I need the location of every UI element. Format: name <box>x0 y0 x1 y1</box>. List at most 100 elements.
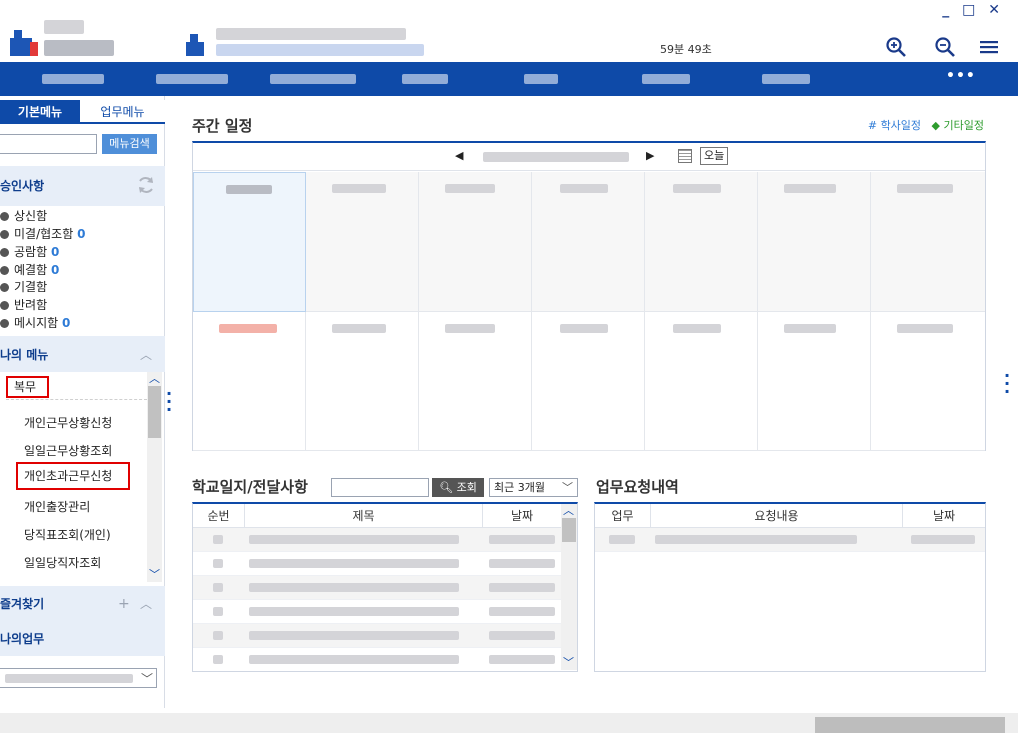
scroll-down-icon[interactable]: ﹀ <box>149 566 160 582</box>
calendar-day-cell[interactable] <box>758 172 871 312</box>
nav-item[interactable] <box>524 74 558 84</box>
my-menu-item[interactable]: 일일당직자조회 <box>24 554 147 571</box>
approval-item[interactable]: 메시지함 0 <box>0 314 70 331</box>
calendar-day-cell[interactable] <box>871 312 985 451</box>
next-week-button[interactable]: ▶ <box>646 149 654 162</box>
calendar-day-cell[interactable] <box>193 172 306 312</box>
calendar-day-cell[interactable] <box>419 172 532 312</box>
chevron-up-icon[interactable]: ︿ <box>140 336 152 374</box>
approval-item[interactable]: 기결함 <box>0 278 47 295</box>
table-row[interactable] <box>193 576 561 600</box>
scroll-thumb[interactable] <box>562 518 576 542</box>
zoom-out-icon[interactable] <box>933 36 957 60</box>
top-nav-bar: ••• <box>0 62 1018 96</box>
scroll-up-icon[interactable]: ︿ <box>149 370 160 386</box>
menu-search-input[interactable] <box>0 134 97 154</box>
calendar-day-cell[interactable] <box>645 312 758 451</box>
calendar-day-cell[interactable] <box>645 172 758 312</box>
favorites-title: 즐겨찾기 <box>0 597 45 611</box>
approval-item[interactable]: 상신함 <box>0 207 47 224</box>
calendar-day-cell[interactable] <box>758 312 871 451</box>
nav-item[interactable] <box>402 74 448 84</box>
user-info <box>186 26 426 58</box>
my-menu-item[interactable]: 개인출장관리 <box>24 498 147 515</box>
approval-item[interactable]: 공람함 0 <box>0 243 59 260</box>
my-menu-item[interactable]: 당직표조회(개인) <box>24 526 147 543</box>
more-nav-button[interactable]: ••• <box>946 68 976 84</box>
bullet-icon <box>0 212 9 221</box>
calendar-day-cell[interactable] <box>306 312 419 451</box>
column-header: 제목 <box>245 504 483 528</box>
tab-basic-menu[interactable]: 기본메뉴 <box>0 100 80 124</box>
today-button[interactable]: 오늘 <box>700 147 729 165</box>
close-button[interactable]: ✕ <box>988 2 1004 18</box>
chevron-down-icon: ﹀ <box>141 672 154 686</box>
hamburger-menu-icon[interactable] <box>977 36 1001 60</box>
approval-item[interactable]: 반려함 <box>0 296 47 313</box>
nav-item[interactable] <box>270 74 356 84</box>
my-menu-item[interactable]: 개인근무상황신청 <box>24 414 147 431</box>
my-work-section-header[interactable]: 나의업무 <box>0 622 165 656</box>
calendar-day-cell[interactable] <box>306 172 419 312</box>
sidebar-collapse-handle[interactable]: · · · <box>166 386 172 418</box>
count-badge: 0 <box>50 245 60 259</box>
academic-legend: 학사일정 <box>880 119 922 132</box>
table-row[interactable] <box>193 624 561 648</box>
my-menu-scrollbar[interactable]: ︿ ﹀ <box>147 372 162 582</box>
school-log-scrollbar[interactable]: ︿ ﹀ <box>561 504 577 670</box>
table-row[interactable] <box>193 552 561 576</box>
bullet-icon <box>0 283 9 292</box>
nav-item[interactable] <box>156 74 228 84</box>
chevron-up-icon[interactable]: ︿ <box>140 586 152 622</box>
my-menu-section-header[interactable]: 나의 메뉴 ︿ <box>0 336 165 372</box>
school-log-table: 순번 제목 날짜 ︿ ﹀ <box>192 502 578 672</box>
table-row[interactable] <box>193 648 561 672</box>
nav-item[interactable] <box>42 74 104 84</box>
table-row[interactable] <box>193 528 561 552</box>
nav-item[interactable] <box>642 74 690 84</box>
scroll-thumb[interactable] <box>148 386 161 438</box>
tab-work-menu[interactable]: 업무메뉴 <box>80 100 165 124</box>
date-range <box>483 152 629 162</box>
my-menu-item-highlighted[interactable]: 개인초과근무신청 <box>16 462 130 490</box>
window-controls: _ □ ✕ <box>942 2 1004 18</box>
table-row[interactable] <box>193 600 561 624</box>
prev-week-button[interactable]: ◀ <box>455 149 463 162</box>
school-log-search-input[interactable] <box>331 478 429 497</box>
favorites-section-header[interactable]: 즐겨찾기 + ︿ <box>0 586 165 622</box>
other-legend: 기타일정 <box>943 119 984 132</box>
calendar-day-cell[interactable] <box>532 312 645 451</box>
menu-group-bokmu[interactable]: 복무 <box>6 376 49 398</box>
my-menu-title: 나의 메뉴 <box>0 348 49 362</box>
calendar-day-cell[interactable] <box>419 312 532 451</box>
add-favorite-button[interactable]: + <box>118 586 130 622</box>
maximize-button[interactable]: □ <box>962 2 979 18</box>
minimize-button[interactable]: _ <box>942 2 953 18</box>
calendar-navigation: ◀ ▶ 오늘 <box>193 143 985 171</box>
my-work-select[interactable]: ﹀ <box>0 668 157 688</box>
calendar-day-cell[interactable] <box>871 172 985 312</box>
approval-item[interactable]: 예결함 0 <box>0 261 59 278</box>
menu-search-button[interactable]: 메뉴검색 <box>102 134 157 154</box>
other-legend-mark: ◆ <box>931 119 941 132</box>
nav-item[interactable] <box>762 74 810 84</box>
calendar-icon[interactable] <box>678 149 692 163</box>
right-panel-handle[interactable]: · · · <box>1004 368 1010 400</box>
calendar-day-cell[interactable] <box>193 312 306 451</box>
period-select[interactable]: 최근 3개월 ﹀ <box>489 478 578 497</box>
refresh-icon[interactable] <box>135 174 157 196</box>
approval-title: 승인사항 <box>0 179 45 193</box>
scroll-down-icon[interactable]: ﹀ <box>563 654 574 670</box>
count-badge: 0 <box>77 227 86 241</box>
calendar-day-cell[interactable] <box>532 172 645 312</box>
bullet-icon <box>0 248 9 257</box>
school-log-search-button[interactable]: 🔍︎ 조회 <box>432 478 484 497</box>
count-badge: 0 <box>62 316 71 330</box>
zoom-in-icon[interactable] <box>884 36 908 60</box>
approval-item[interactable]: 미결/협조함 0 <box>0 225 85 242</box>
table-row[interactable] <box>595 528 985 552</box>
my-menu-item[interactable]: 일일근무상황조회 <box>24 442 147 459</box>
bullet-icon <box>0 319 9 328</box>
horizontal-scroll-thumb[interactable] <box>815 717 1005 733</box>
scroll-up-icon[interactable]: ︿ <box>563 502 574 518</box>
